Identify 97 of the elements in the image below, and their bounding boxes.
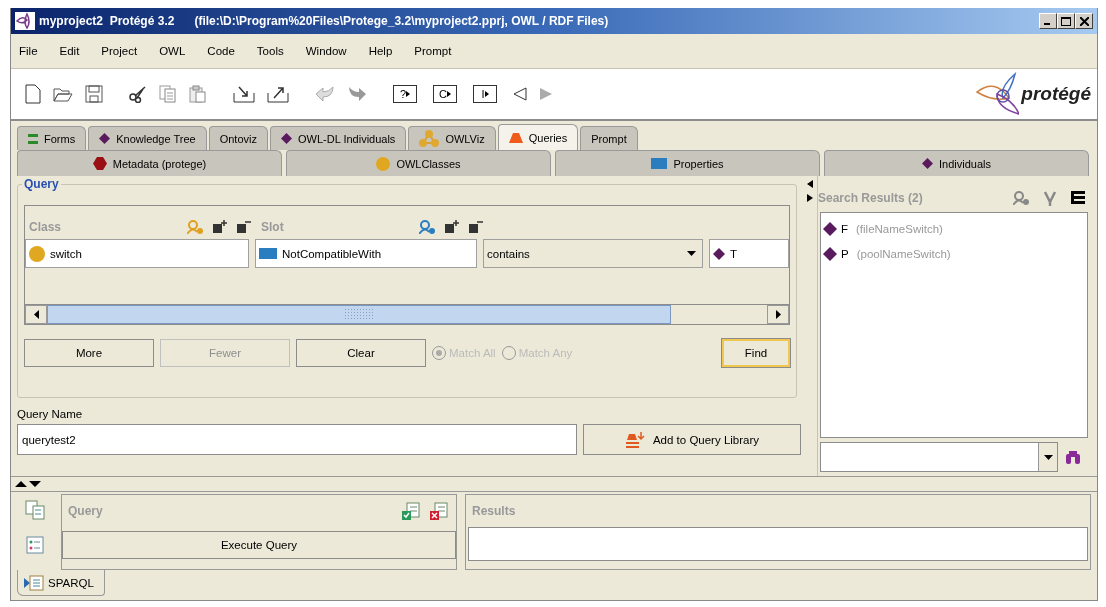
- diamond-icon: [713, 247, 725, 260]
- forms-icon: [28, 133, 38, 144]
- property-icon: [651, 158, 668, 169]
- result-name[interactable]: P: [841, 248, 849, 261]
- maximize-icon: [1061, 16, 1071, 26]
- tab[interactable]: Individuals: [824, 150, 1089, 176]
- query-button[interactable]: Clear: [296, 339, 426, 367]
- hexagon-icon: [92, 157, 107, 170]
- close-icon: [1079, 16, 1089, 26]
- diamond-icon: [922, 158, 933, 169]
- menu-item[interactable]: Code: [207, 45, 244, 57]
- caret-icon[interactable]: [1043, 454, 1053, 460]
- add-to-library-button[interactable]: Add to Query Library: [583, 424, 801, 455]
- logo-text: protégé: [1021, 83, 1091, 105]
- graph-icon: [419, 129, 440, 148]
- menu-item[interactable]: Prompt: [414, 45, 461, 57]
- search-person-icon[interactable]: [419, 220, 435, 234]
- value-field[interactable]: T: [709, 239, 789, 268]
- menu-item[interactable]: Tools: [256, 45, 293, 57]
- diamond-icon: [280, 133, 292, 144]
- menu-item[interactable]: File: [19, 45, 47, 57]
- panel-title: Query: [68, 504, 103, 518]
- column-header: Class: [29, 220, 62, 234]
- remove-icon[interactable]: [469, 220, 483, 234]
- logo-icon: [975, 72, 1020, 116]
- delete-list-icon[interactable]: [430, 502, 448, 520]
- toolbar-button[interactable]: C: [433, 85, 457, 103]
- right-arrow-icon[interactable]: [775, 310, 781, 319]
- tab[interactable]: OWLClasses: [286, 150, 551, 176]
- hierarchy-icon[interactable]: [1043, 189, 1057, 206]
- check-list-icon[interactable]: [402, 502, 420, 520]
- sparql-icon: [24, 574, 44, 591]
- find-button[interactable]: Find: [722, 339, 790, 367]
- diamond-icon: [823, 247, 837, 262]
- panel-icon[interactable]: [1071, 191, 1085, 205]
- triangle-icon: [484, 91, 489, 97]
- cut-icon[interactable]: [129, 85, 147, 103]
- diamond-icon: [99, 133, 111, 144]
- circle-icon: [376, 156, 391, 171]
- list-icon[interactable]: [26, 536, 44, 554]
- tab[interactable]: Ontoviz: [208, 126, 268, 150]
- minimize-button[interactable]: [1039, 13, 1057, 29]
- panel-title: Search Results (2): [818, 190, 923, 205]
- split-arrows-icon[interactable]: [15, 481, 41, 487]
- back-arrow-icon[interactable]: [513, 87, 527, 101]
- execute-query-button[interactable]: Execute Query: [62, 531, 456, 559]
- close-button[interactable]: [1075, 13, 1093, 29]
- panel-title: Results: [472, 504, 516, 518]
- property-icon: [259, 248, 277, 259]
- panel-title: Query: [22, 177, 61, 191]
- left-arrow-icon[interactable]: [33, 310, 39, 319]
- maximize-button[interactable]: [1057, 13, 1075, 29]
- menu-item[interactable]: OWL: [159, 45, 195, 57]
- triangle-icon: [406, 91, 411, 97]
- class-field[interactable]: switch: [25, 239, 249, 268]
- app-icon: [15, 12, 35, 30]
- export-icon[interactable]: [267, 85, 289, 103]
- remove-icon[interactable]: [237, 220, 251, 234]
- tab[interactable]: Forms: [17, 126, 87, 150]
- caret-icon: [687, 251, 696, 256]
- field-label: Query Name: [17, 408, 84, 420]
- add-icon[interactable]: [445, 220, 459, 234]
- triangle-icon: [446, 91, 451, 97]
- import-icon[interactable]: [233, 85, 255, 103]
- menu-item[interactable]: Window: [305, 45, 356, 57]
- query-button[interactable]: More: [24, 339, 154, 367]
- tab[interactable]: Prompt: [580, 126, 638, 150]
- toolbar-button[interactable]: ?: [393, 85, 417, 103]
- save-icon[interactable]: [85, 85, 103, 103]
- horizontal-scrollbar[interactable]: [25, 304, 789, 324]
- query-name-field[interactable]: querytest2: [17, 424, 577, 455]
- collapse-arrows-icon[interactable]: [807, 180, 813, 204]
- tab[interactable]: Metadata (protege): [17, 150, 282, 176]
- result-name[interactable]: F: [841, 223, 849, 236]
- tab[interactable]: Queries: [497, 124, 579, 150]
- circle-icon: [29, 245, 45, 262]
- open-folder-icon[interactable]: [53, 86, 73, 102]
- sparql-tab[interactable]: SPARQL: [17, 570, 105, 596]
- redo-icon[interactable]: [347, 85, 367, 103]
- trapezoid-icon: [508, 132, 523, 143]
- menu-item[interactable]: Edit: [59, 45, 89, 57]
- search-person-icon[interactable]: [1013, 190, 1029, 205]
- tab[interactable]: Properties: [555, 150, 820, 176]
- tab[interactable]: Knowledge Tree: [88, 126, 207, 150]
- menu-item[interactable]: Project: [101, 45, 147, 57]
- menu-item[interactable]: Help: [368, 45, 402, 57]
- column-header: Slot: [261, 220, 284, 234]
- window-title: myproject2 Protégé 3.2 (file:\D:\Program%20Files\Protege_3.2\myproject2.pprj, OWL / RDF Files): [39, 14, 610, 28]
- diamond-icon: [823, 222, 837, 237]
- toolbar-button[interactable]: I: [473, 85, 497, 103]
- slot-field[interactable]: NotCompatibleWith: [255, 239, 477, 268]
- new-file-icon[interactable]: [25, 84, 41, 104]
- tab[interactable]: OWLViz: [408, 126, 496, 150]
- operator-dropdown[interactable]: contains: [483, 239, 703, 268]
- lamp-icon: [624, 430, 645, 449]
- add-icon[interactable]: [213, 220, 227, 234]
- tab[interactable]: OWL-DL Individuals: [269, 126, 407, 150]
